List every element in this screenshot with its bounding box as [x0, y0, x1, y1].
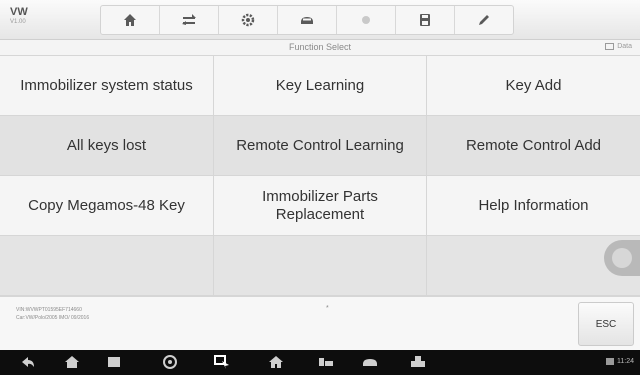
- top-toolbar: VW V1.00: [0, 0, 640, 40]
- toolbar-button-group: [100, 5, 514, 35]
- circle-icon: [362, 16, 370, 24]
- function-immobilizer-status[interactable]: Immobilizer system status: [0, 56, 214, 116]
- vehicle-info-text: VIN:WVWPT01595EF714660 Car:VW/Polo/2005 …: [16, 306, 89, 322]
- back-icon[interactable]: [20, 355, 36, 369]
- esc-button[interactable]: ESC: [578, 302, 634, 346]
- function-key-learning[interactable]: Key Learning: [214, 56, 427, 116]
- function-immobilizer-parts-replacement[interactable]: Immobilizer Parts Replacement: [214, 176, 427, 236]
- home-button[interactable]: [101, 6, 160, 34]
- function-select-header: Function Select Data: [0, 40, 640, 56]
- function-key-add[interactable]: Key Add: [427, 56, 640, 116]
- settings-button[interactable]: [219, 6, 278, 34]
- vehicle-line: Car:VW/Polo/2005 IMO/ 09/2016: [16, 315, 90, 321]
- status-area: 11:24: [606, 358, 634, 365]
- car-icon[interactable]: [362, 355, 378, 369]
- browser-icon[interactable]: [162, 355, 178, 369]
- vci-icon[interactable]: [410, 355, 426, 369]
- brand-name: VW: [10, 6, 28, 18]
- gear-icon: [241, 13, 255, 27]
- record-button[interactable]: [337, 6, 396, 34]
- vehicle-icon[interactable]: [318, 355, 334, 369]
- clock: 11:24: [617, 358, 634, 365]
- data-icon: [605, 43, 615, 50]
- vehicle-brand-logo: VW V1.00: [10, 7, 50, 26]
- pen-icon: [479, 15, 489, 25]
- function-all-keys-lost[interactable]: All keys lost: [0, 116, 214, 176]
- edit-button[interactable]: [455, 6, 513, 34]
- function-help-information[interactable]: Help Information: [427, 176, 640, 236]
- vehicle-info-button[interactable]: [278, 6, 337, 34]
- home-icon: [124, 14, 136, 26]
- brand-version: V1.00: [10, 19, 26, 25]
- signal-icon: [606, 358, 614, 365]
- vehicle-swap-icon: [182, 14, 196, 25]
- function-grid: Immobilizer system status Key Learning K…: [0, 56, 640, 296]
- data-stream-link[interactable]: Data: [605, 43, 632, 50]
- house-icon[interactable]: [268, 355, 284, 369]
- save-icon: [420, 14, 430, 26]
- floating-assist-button[interactable]: [604, 240, 640, 276]
- save-button[interactable]: [396, 6, 455, 34]
- function-remote-control-add[interactable]: Remote Control Add: [427, 116, 640, 176]
- vehicle-info-bar: VIN:WVWPT01595EF714660 Car:VW/Polo/2005 …: [0, 296, 640, 350]
- vin-line: VIN:WVWPT01595EF714660: [16, 307, 82, 313]
- empty-cell: [214, 236, 427, 296]
- vehicle-swap-button[interactable]: [160, 6, 219, 34]
- function-copy-megamos-48-key[interactable]: Copy Megamos-48 Key: [0, 176, 214, 236]
- screen-switch-icon[interactable]: [214, 355, 230, 369]
- system-navigation-bar: 11:24: [0, 350, 640, 375]
- recent-apps-icon[interactable]: [106, 355, 122, 369]
- function-remote-control-learning[interactable]: Remote Control Learning: [214, 116, 427, 176]
- car-icon: [301, 17, 313, 24]
- data-stream-label: Data: [617, 43, 632, 50]
- empty-cell: [0, 236, 214, 296]
- home-icon[interactable]: [64, 355, 80, 369]
- status-marker: *: [326, 305, 329, 312]
- page-title: Function Select: [288, 42, 352, 52]
